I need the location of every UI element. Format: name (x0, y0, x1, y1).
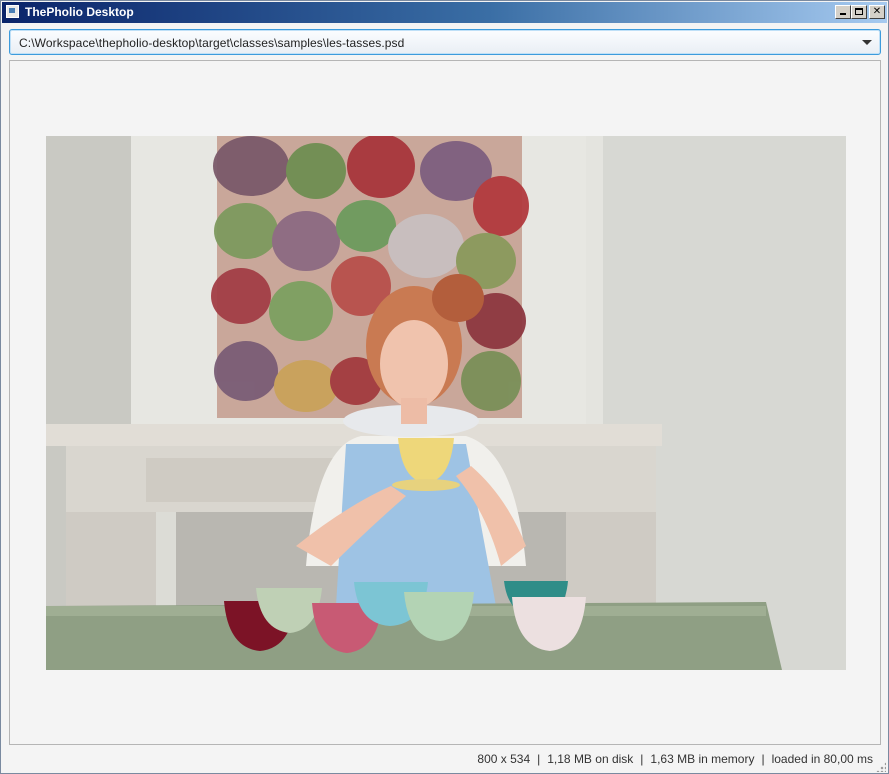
load-time: loaded in 80,00 ms (771, 752, 873, 766)
file-path-dropdown[interactable]: C:\Workspace\thepholio-desktop\target\cl… (9, 29, 881, 55)
status-bar: 800 x 534 | 1,18 MB on disk | 1,63 MB in mem… (2, 746, 887, 773)
image-preview (46, 136, 846, 670)
window-title: ThePholio Desktop (25, 5, 134, 19)
file-path-value: C:\Workspace\thepholio-desktop\target\cl… (19, 36, 405, 50)
photo-illustration (46, 136, 846, 670)
minimize-button[interactable] (835, 5, 851, 19)
minimize-icon (840, 13, 846, 15)
image-viewer[interactable] (9, 60, 881, 745)
app-window-icon[interactable] (6, 5, 19, 18)
app-window: ThePholio Desktop ✕ C:\Workspace\thephol… (0, 0, 889, 774)
status-separator: | (640, 752, 644, 766)
image-info: 800 x 534 | 1,18 MB on disk | 1,63 MB in mem… (477, 752, 873, 766)
title-bar[interactable]: ThePholio Desktop ✕ (2, 2, 887, 23)
maximize-icon (855, 8, 863, 15)
status-separator: | (537, 752, 541, 766)
close-icon: ✕ (872, 6, 882, 17)
disk-size: 1,18 MB on disk (547, 752, 634, 766)
image-dimensions: 800 x 534 (477, 752, 531, 766)
chevron-down-icon[interactable] (862, 40, 872, 45)
maximize-button[interactable] (851, 5, 867, 19)
status-separator: | (761, 752, 765, 766)
close-button[interactable]: ✕ (869, 5, 885, 19)
resize-grip-icon[interactable] (876, 762, 886, 772)
memory-size: 1,63 MB in memory (650, 752, 755, 766)
